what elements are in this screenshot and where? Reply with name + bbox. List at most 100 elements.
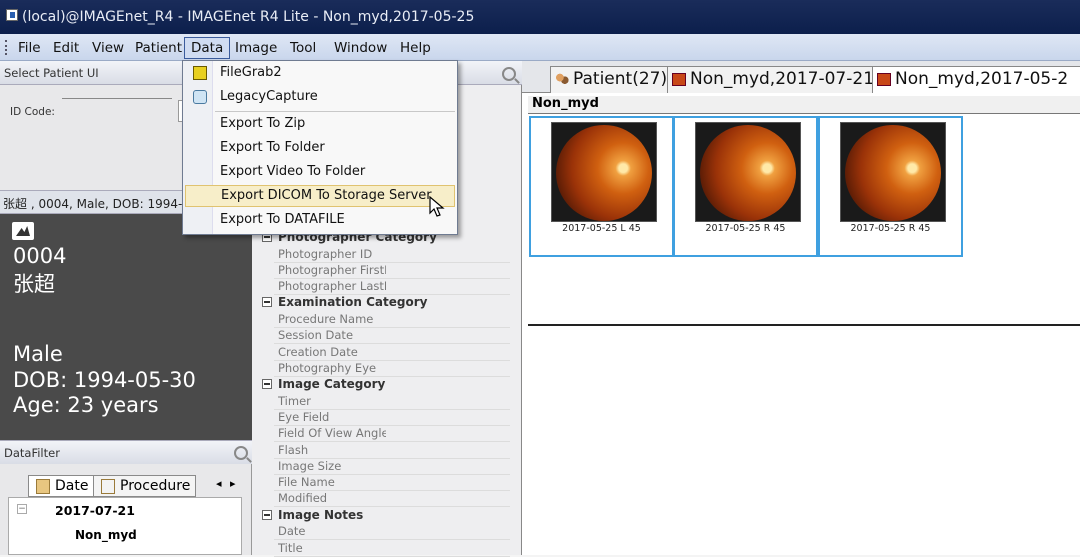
- patient-name: 张超: [13, 272, 55, 296]
- thumbnail-caption: 2017-05-25 R 45: [850, 223, 931, 234]
- property-field: Creation Date: [278, 344, 358, 359]
- thumbnail[interactable]: 2017-05-25 R 45: [818, 116, 963, 257]
- viewer-tab-strip: Patient(27) Non_myd,2017-07-21 Non_myd,2…: [522, 61, 1080, 93]
- filegrab-icon: [193, 66, 207, 80]
- property-field: Photographer LastN: [278, 279, 386, 294]
- menu-help[interactable]: Help: [394, 37, 437, 59]
- menu-item-export-zip[interactable]: Export To Zip: [183, 113, 457, 135]
- filter-procedure-row[interactable]: Non_myd: [75, 528, 137, 542]
- menu-data[interactable]: Data: [184, 37, 231, 59]
- menu-edit[interactable]: Edit: [47, 37, 85, 59]
- menu-item-export-datafile[interactable]: Export To DATAFILE: [183, 209, 457, 231]
- property-field: Photographer FirstN: [278, 262, 386, 277]
- thumbnail[interactable]: 2017-05-25 R 45: [673, 116, 818, 257]
- patient-sex: Male: [13, 342, 63, 366]
- property-category[interactable]: Examination Category: [262, 295, 427, 309]
- menu-file[interactable]: File: [12, 37, 47, 59]
- image-tab-icon: [877, 73, 891, 86]
- tab-patients-label: Patient(27): [573, 69, 668, 89]
- tab-procedure-label: Procedure: [120, 478, 191, 494]
- property-category[interactable]: Image Notes: [262, 508, 363, 522]
- tab-date[interactable]: Date: [28, 475, 95, 497]
- collapse-icon[interactable]: [262, 379, 272, 390]
- app-icon: [6, 9, 18, 21]
- id-code-underline: [62, 98, 172, 99]
- property-category-label: Image Notes: [278, 507, 364, 522]
- procedure-icon: [101, 479, 115, 494]
- property-field: Session Date: [278, 328, 354, 343]
- datafilter-header: DataFilter: [0, 440, 252, 464]
- select-patient-title: Select Patient UI: [4, 66, 99, 80]
- legacy-capture-icon: [193, 90, 207, 104]
- tab-session-2017-07-21[interactable]: Non_myd,2017-07-21: [667, 66, 882, 93]
- tab-date-label: Date: [55, 478, 89, 494]
- collapse-icon[interactable]: [262, 509, 272, 520]
- menu-separator: [215, 111, 455, 112]
- property-field: Timer: [278, 393, 311, 408]
- menu-item-filegrab2[interactable]: FileGrab2: [183, 62, 457, 84]
- thumbnail-caption: 2017-05-25 R 45: [705, 223, 786, 234]
- tab-patients[interactable]: Patient(27): [550, 66, 675, 93]
- menu-item-legacycapture-label: LegacyCapture: [220, 89, 318, 104]
- patient-age: Age: 23 years: [13, 393, 159, 417]
- window-title: (local)@IMAGEnet_R4 - IMAGEnet R4 Lite -…: [22, 9, 475, 25]
- property-category-label: Image Category: [278, 377, 386, 392]
- calendar-icon: [36, 479, 50, 494]
- title-bar: (local)@IMAGEnet_R4 - IMAGEnet R4 Lite -…: [0, 0, 1080, 34]
- session-label: Non_myd: [528, 96, 1080, 114]
- fundus-image: [695, 122, 801, 222]
- collapse-icon[interactable]: −: [17, 504, 27, 514]
- thumbnail-caption: 2017-05-25 L 45: [562, 223, 641, 234]
- menu-patient[interactable]: Patient: [129, 37, 188, 59]
- id-code-label: ID Code:: [10, 106, 55, 118]
- menu-grip-icon: [5, 40, 8, 55]
- tab-procedure[interactable]: Procedure: [93, 475, 197, 497]
- property-field: Photographer ID: [278, 246, 373, 261]
- tab-scroll-right-icon[interactable]: ▸: [230, 477, 236, 490]
- datafilter-search-icon[interactable]: [234, 446, 248, 460]
- menu-item-export-video[interactable]: Export Video To Folder: [183, 161, 457, 183]
- viewer-divider: [528, 324, 1080, 326]
- tab-session-1-label: Non_myd,2017-07-21: [690, 69, 875, 89]
- patient-photo-icon: [12, 222, 34, 240]
- property-field: Field Of View Angle: [278, 426, 386, 441]
- patient-card: 0004 张超 Male DOB: 1994-05-30 Age: 23 yea…: [0, 214, 252, 440]
- patients-icon: [555, 73, 569, 86]
- menu-window[interactable]: Window: [328, 37, 393, 59]
- property-field: Image Size: [278, 458, 342, 473]
- menu-item-export-dicom[interactable]: Export DICOM To Storage Server: [185, 185, 455, 207]
- fundus-image: [551, 122, 657, 222]
- tab-session-2-label: Non_myd,2017-05-2: [895, 69, 1069, 89]
- datafilter-tabs: Date Procedure ◂ ▸: [8, 473, 248, 497]
- tab-session-2017-05-25[interactable]: Non_myd,2017-05-2: [872, 66, 1080, 93]
- property-field: Eye Field: [278, 409, 330, 424]
- menu-view[interactable]: View: [86, 37, 130, 59]
- datafilter-list: − 2017-07-21 Non_myd: [8, 497, 242, 555]
- menu-tool[interactable]: Tool: [284, 37, 322, 59]
- property-field: Title: [278, 540, 303, 555]
- fundus-image: [840, 122, 946, 222]
- datafilter-title: DataFilter: [4, 446, 60, 460]
- property-field: Flash: [278, 442, 309, 457]
- property-field: Procedure Name: [278, 311, 374, 326]
- property-row-divider: [274, 555, 510, 557]
- thumbnail[interactable]: 2017-05-25 L 45: [529, 116, 674, 257]
- property-field: Date: [278, 524, 306, 539]
- properties-search-icon[interactable]: [502, 67, 516, 81]
- property-field: Modified: [278, 491, 328, 506]
- property-category[interactable]: Image Category: [262, 377, 385, 391]
- patient-dob: DOB: 1994-05-30: [13, 368, 196, 392]
- tab-scroll-left-icon[interactable]: ◂: [216, 477, 222, 490]
- mouse-cursor-icon: [429, 196, 445, 217]
- menu-image[interactable]: Image: [229, 37, 283, 59]
- menu-item-legacycapture[interactable]: LegacyCapture: [183, 86, 457, 108]
- patient-id: 0004: [13, 244, 67, 268]
- collapse-icon[interactable]: [262, 297, 272, 308]
- property-field: Photography Eye: [278, 360, 377, 375]
- image-tab-icon: [672, 73, 686, 86]
- property-field: File Name: [278, 475, 335, 490]
- filter-date-row[interactable]: 2017-07-21: [55, 503, 135, 518]
- data-menu-dropdown: FileGrab2 LegacyCapture Export To Zip Ex…: [182, 60, 458, 235]
- menu-bar: File Edit View Patient Data Image Tool W…: [0, 34, 1080, 61]
- menu-item-export-folder[interactable]: Export To Folder: [183, 137, 457, 159]
